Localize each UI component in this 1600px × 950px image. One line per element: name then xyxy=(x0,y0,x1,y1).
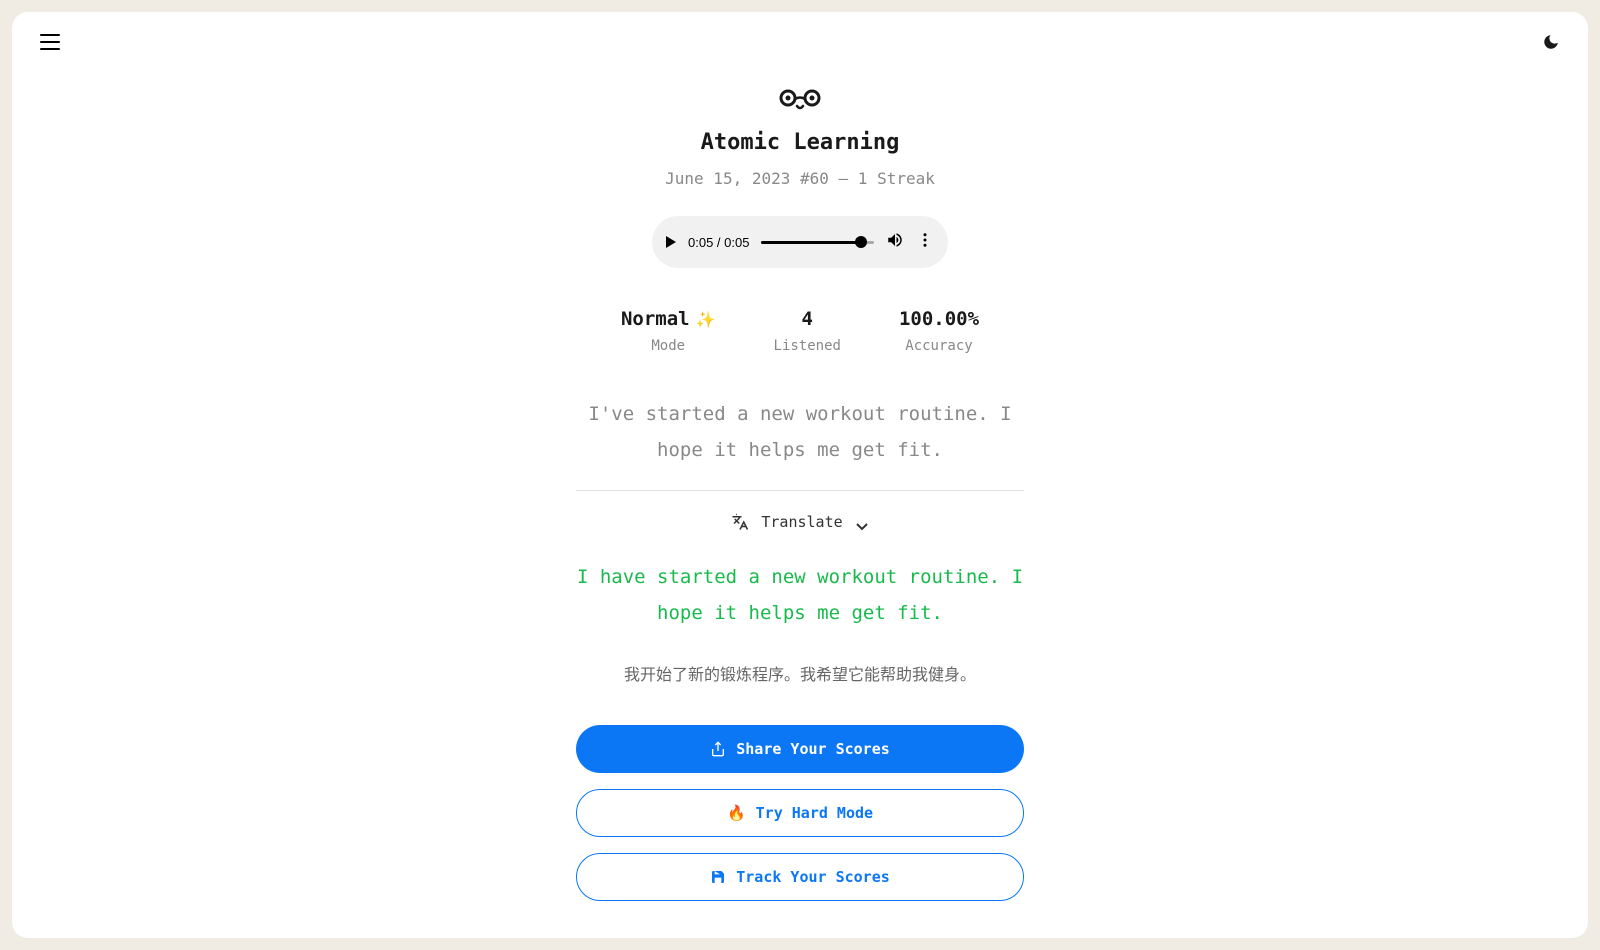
stat-listened: 4 Listened xyxy=(774,308,841,354)
translate-icon xyxy=(731,513,749,531)
audio-player[interactable]: 0:05 / 0:05 xyxy=(652,216,948,268)
more-options-icon[interactable] xyxy=(916,231,934,253)
play-icon[interactable] xyxy=(666,236,676,248)
volume-icon[interactable] xyxy=(886,231,904,253)
mode-value: Normal xyxy=(621,308,690,330)
audio-time: 0:05 / 0:05 xyxy=(688,235,749,250)
stats-row: Normal ✨ Mode 4 Listened 100.00% Accurac… xyxy=(621,308,979,354)
main-window: Atomic Learning June 15, 2023 #60 — 1 St… xyxy=(12,12,1588,938)
translated-sentence: 我开始了新的锻炼程序。我希望它能帮助我健身。 xyxy=(624,661,976,685)
share-scores-button[interactable]: Share Your Scores xyxy=(576,725,1024,773)
chevron-down-icon xyxy=(855,517,869,527)
share-label: Share Your Scores xyxy=(736,740,890,758)
highlighted-sentence: I have started a new workout routine. I … xyxy=(575,559,1025,631)
listened-value: 4 xyxy=(802,308,813,330)
app-logo-icon xyxy=(778,88,822,116)
main-content: Atomic Learning June 15, 2023 #60 — 1 St… xyxy=(12,12,1588,901)
dark-mode-toggle[interactable] xyxy=(1542,33,1560,51)
mode-label: Mode xyxy=(651,338,685,354)
accuracy-label: Accuracy xyxy=(905,338,972,354)
save-icon xyxy=(710,869,726,885)
try-hard-mode-button[interactable]: 🔥 Try Hard Mode xyxy=(576,789,1024,837)
translate-label: Translate xyxy=(761,513,842,531)
share-icon xyxy=(710,741,726,757)
listened-label: Listened xyxy=(774,338,841,354)
stat-accuracy: 100.00% Accuracy xyxy=(899,308,979,354)
sparkle-icon: ✨ xyxy=(696,310,716,329)
fire-icon: 🔥 xyxy=(727,804,746,822)
stat-mode: Normal ✨ Mode xyxy=(621,308,716,354)
button-column: Share Your Scores 🔥 Try Hard Mode Track … xyxy=(576,725,1024,901)
divider xyxy=(576,490,1024,491)
hardmode-label: Try Hard Mode xyxy=(756,804,873,822)
accuracy-value: 100.00% xyxy=(899,308,979,330)
app-title: Atomic Learning xyxy=(701,130,900,155)
original-sentence: I've started a new workout routine. I ho… xyxy=(575,396,1025,468)
hamburger-menu-icon[interactable] xyxy=(40,34,60,50)
subtitle: June 15, 2023 #60 — 1 Streak xyxy=(665,169,935,188)
track-scores-button[interactable]: Track Your Scores xyxy=(576,853,1024,901)
translate-dropdown[interactable]: Translate xyxy=(731,513,868,531)
track-label: Track Your Scores xyxy=(736,868,890,886)
audio-progress-bar[interactable] xyxy=(761,241,874,244)
top-bar xyxy=(12,12,1588,72)
